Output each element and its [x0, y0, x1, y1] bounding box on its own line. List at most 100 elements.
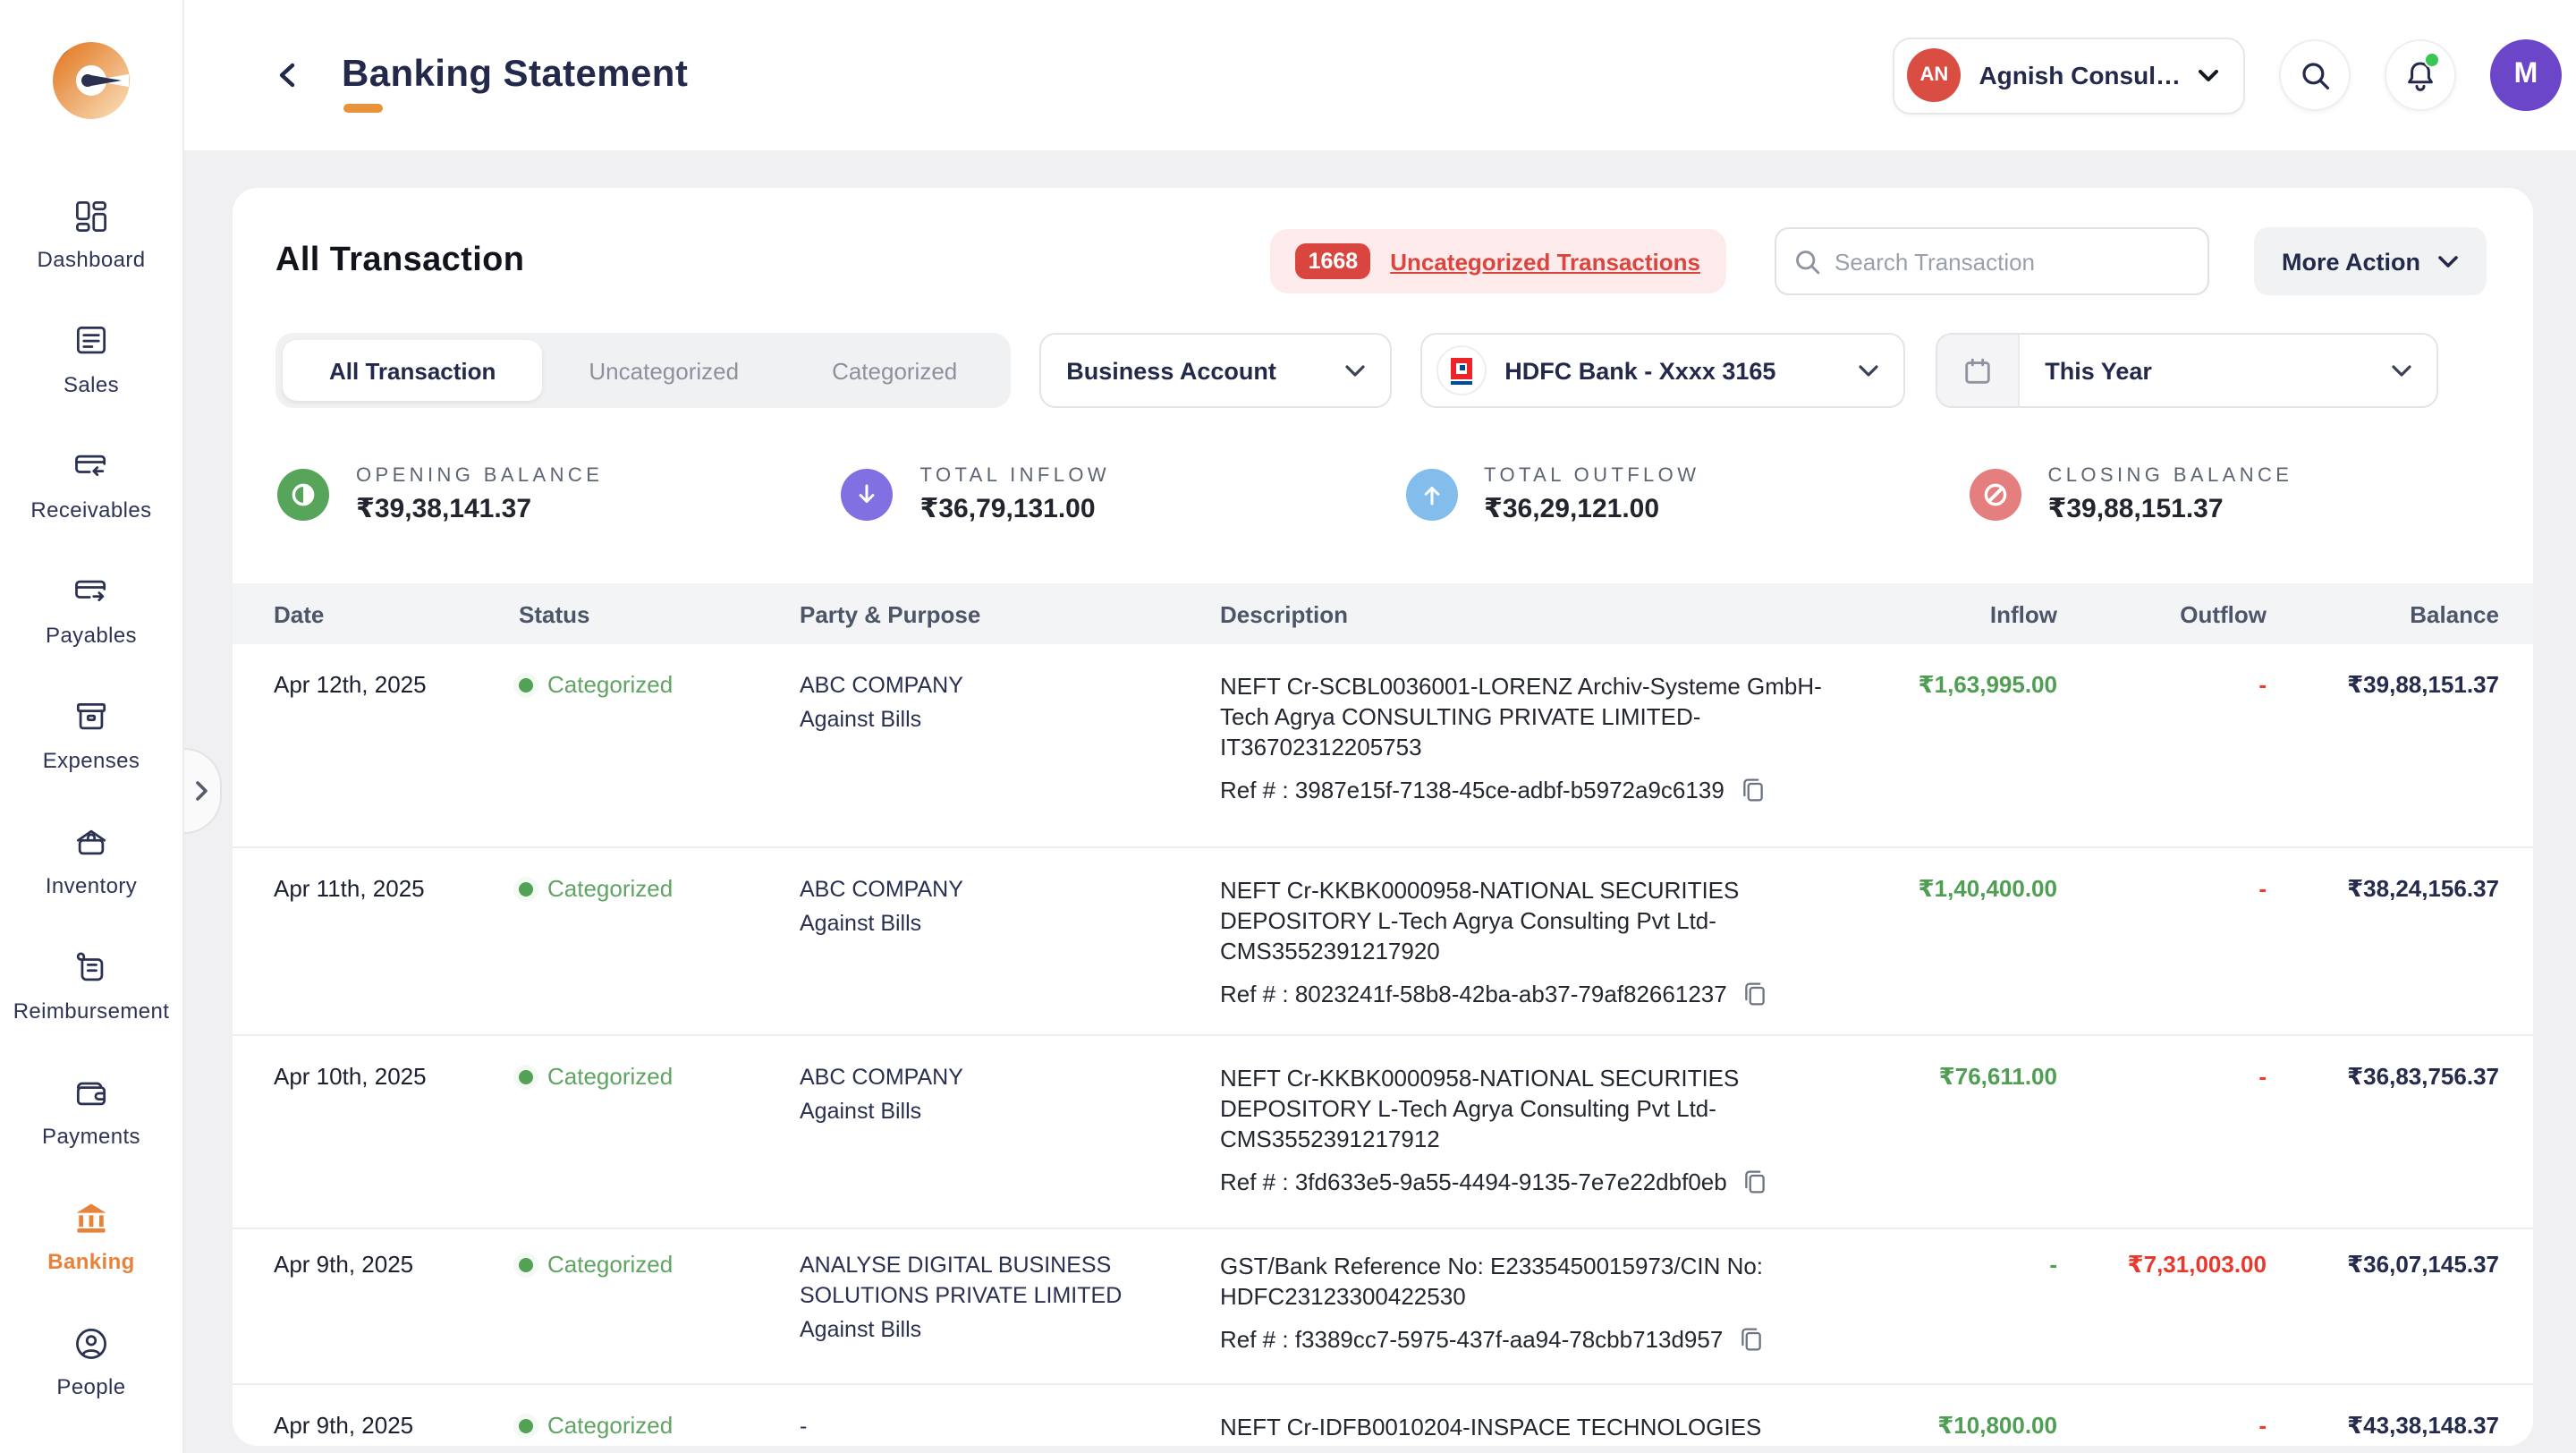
transactions-card: All Transaction 1668 Uncategorized Trans… [233, 188, 2533, 1446]
sidebar-item-label: Dashboard [37, 247, 145, 272]
party-cell: - Against Bills [800, 1412, 1220, 1446]
status-cell: Categorized [519, 875, 800, 1034]
description-cell: NEFT Cr-SCBL0036001-LORENZ Archiv-System… [1220, 671, 1846, 846]
sidebar-item-expenses[interactable]: Expenses [0, 673, 182, 798]
uncategorized-pill: 1668 Uncategorized Transactions [1271, 229, 1725, 293]
reimbursement-icon [72, 948, 111, 988]
description-text: NEFT Cr-KKBK0000958-NATIONAL SECURITIES … [1220, 875, 1828, 966]
outflow-amount: - [2057, 1063, 2267, 1228]
back-button[interactable] [263, 52, 309, 98]
notification-dot [2424, 52, 2440, 68]
title-underline [343, 104, 383, 113]
balance-amount: ₹39,88,151.37 [2267, 671, 2499, 846]
tab-uncategorized[interactable]: Uncategorized [542, 340, 785, 401]
summary-row: OPENING BALANCE ₹39,38,141.37 TOTAL INFL… [277, 444, 2533, 544]
table-row[interactable]: Apr 12th, 2025 Categorized ABC COMPANY A… [233, 644, 2533, 846]
top-bar: Banking Statement AN Agnish Consul… [184, 0, 2576, 150]
sidebar-item-payments[interactable]: Payments [0, 1049, 182, 1174]
chevron-right-icon [195, 780, 209, 802]
sidebar-item-reimbursement[interactable]: Reimbursement [0, 923, 182, 1049]
bank-account-select[interactable]: HDFC Bank - Xxxx 3165 [1420, 333, 1905, 408]
account-type-select[interactable]: Business Account [1039, 333, 1392, 408]
party-purpose: Against Bills [800, 1315, 1220, 1346]
col-balance: Balance [2267, 600, 2499, 627]
outflow-amount: - [2057, 875, 2267, 1034]
sidebar-item-dashboard[interactable]: Dashboard [0, 172, 182, 297]
main-area: Banking Statement AN Agnish Consul… [184, 0, 2576, 1453]
dashboard-icon [72, 197, 111, 236]
stat-closing-balance: CLOSING BALANCE ₹39,88,151.37 [1970, 464, 2534, 523]
table-row[interactable]: Apr 9th, 2025 Categorized ANALYSE DIGITA… [233, 1228, 2533, 1383]
hdfc-bank-logo-icon [1436, 345, 1487, 395]
chevron-left-icon [275, 63, 298, 88]
stat-label: CLOSING BALANCE [2048, 464, 2293, 486]
stat-total-outflow: TOTAL OUTFLOW ₹36,29,121.00 [1405, 464, 1970, 523]
transaction-date: Apr 11th, 2025 [274, 875, 519, 1034]
description-text: NEFT Cr-KKBK0000958-NATIONAL SECURITIES … [1220, 1063, 1828, 1154]
description-cell: NEFT Cr-IDFB0010204-INSPACE TECHNOLOGIES… [1220, 1412, 1846, 1446]
expenses-icon [72, 698, 111, 737]
sidebar-item-sales[interactable]: Sales [0, 297, 182, 422]
calendar-cell [1937, 335, 2020, 406]
party-name: ABC COMPANY [800, 875, 1184, 905]
copy-icon[interactable] [1739, 1326, 1764, 1353]
col-date: Date [274, 600, 519, 627]
description-text: NEFT Cr-IDFB0010204-INSPACE TECHNOLOGIES… [1220, 1412, 1828, 1446]
stat-value: ₹36,29,121.00 [1484, 491, 1699, 523]
table-row[interactable]: Apr 11th, 2025 Categorized ABC COMPANY A… [233, 846, 2533, 1034]
inflow-arrow-down-icon [842, 468, 894, 520]
tab-all-transaction[interactable]: All Transaction [283, 340, 542, 401]
content-area: All Transaction 1668 Uncategorized Trans… [184, 150, 2576, 1453]
sidebar-item-people[interactable]: People [0, 1299, 182, 1424]
status-label: Categorized [547, 1251, 673, 1278]
page-title: Banking Statement [342, 54, 688, 97]
stat-value: ₹39,38,141.37 [356, 491, 603, 523]
copy-icon[interactable] [1743, 981, 1768, 1007]
sidebar-item-label: Expenses [43, 748, 140, 773]
stat-label: TOTAL INFLOW [920, 464, 1111, 486]
description-text: NEFT Cr-SCBL0036001-LORENZ Archiv-System… [1220, 671, 1828, 762]
bank-icon [72, 1199, 111, 1238]
table-header: Date Status Party & Purpose Description … [233, 583, 2533, 644]
app-logo[interactable] [50, 39, 132, 122]
tab-categorized[interactable]: Categorized [785, 340, 1004, 401]
people-icon [72, 1324, 111, 1364]
notifications-button[interactable] [2385, 39, 2456, 111]
global-search-button[interactable] [2279, 39, 2351, 111]
uncategorized-transactions-link[interactable]: Uncategorized Transactions [1390, 248, 1700, 275]
closing-balance-icon [1970, 468, 2021, 520]
sidebar-item-payables[interactable]: Payables [0, 548, 182, 673]
company-switcher[interactable]: AN Agnish Consul… [1893, 37, 2245, 114]
status-dot-icon [519, 1070, 533, 1084]
inflow-amount: ₹1,40,400.00 [1846, 875, 2057, 1034]
table-row[interactable]: Apr 9th, 2025 Categorized - Against Bill… [233, 1383, 2533, 1446]
sidebar-item-partial[interactable] [0, 1439, 182, 1453]
date-range-select[interactable]: This Year [1936, 333, 2438, 408]
stat-value: ₹39,88,151.37 [2048, 491, 2293, 523]
party-name: ABC COMPANY [800, 671, 1184, 701]
sidebar-expand-handle[interactable] [184, 748, 222, 834]
party-name: ANALYSE DIGITAL BUSINESS SOLUTIONS PRIVA… [800, 1251, 1184, 1312]
table-row[interactable]: Apr 10th, 2025 Categorized ABC COMPANY A… [233, 1034, 2533, 1228]
sidebar-item-label: Payables [46, 623, 137, 648]
col-description: Description [1220, 600, 1846, 627]
sidebar-item-receivables[interactable]: Receivables [0, 422, 182, 548]
status-cell: Categorized [519, 1251, 800, 1383]
outflow-amount: - [2057, 1412, 2267, 1446]
status-dot-icon [519, 882, 533, 896]
transaction-date: Apr 9th, 2025 [274, 1251, 519, 1383]
uncategorized-count-badge: 1668 [1296, 243, 1371, 279]
user-avatar[interactable]: M [2490, 39, 2562, 111]
more-action-button[interactable]: More Action [2253, 227, 2487, 295]
stat-value: ₹36,79,131.00 [920, 491, 1111, 523]
sidebar-item-banking[interactable]: Banking [0, 1174, 182, 1299]
sidebar-item-inventory[interactable]: Inventory [0, 798, 182, 923]
search-transaction-input[interactable] [1835, 248, 2189, 275]
status-dot-icon [519, 1419, 533, 1433]
ref-number: Ref # : 3987e15f-7138-45ce-adbf-b5972a9c… [1220, 777, 1724, 803]
party-cell: ABC COMPANY Against Bills [800, 671, 1220, 846]
copy-icon[interactable] [1741, 777, 1766, 803]
copy-icon[interactable] [1743, 1168, 1768, 1195]
sidebar-item-label: People [56, 1374, 125, 1399]
inflow-amount: ₹76,611.00 [1846, 1063, 2057, 1228]
